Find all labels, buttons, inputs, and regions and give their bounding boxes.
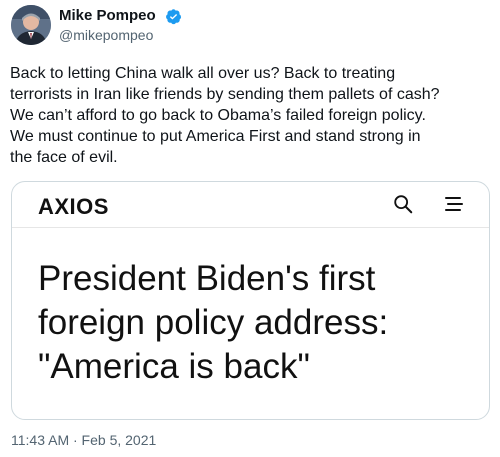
tweet-text: Back to letting China walk all over us? … [10, 63, 492, 168]
tweet-text-line: Back to letting China walk all over us? … [10, 65, 396, 82]
tweet-text-line: We must continue to put America First an… [10, 128, 421, 145]
avatar[interactable] [11, 5, 51, 45]
tweet-timestamp[interactable]: 11:43 AM · Feb 5, 2021 [11, 432, 156, 448]
tweet-text-line: terrorists in Iran like friends by sendi… [10, 86, 440, 103]
tweet-text-line: We can’t afford to go back to Obama’s fa… [10, 107, 426, 124]
article-headline: President Biden's first foreign policy a… [38, 257, 478, 389]
axios-logo: AXIOS [38, 194, 109, 219]
axios-header: AXIOS [12, 182, 489, 228]
headline-line: foreign policy address: [38, 303, 389, 342]
search-icon [394, 195, 413, 214]
author-name[interactable]: Mike Pompeo [59, 7, 156, 24]
avatar-image [11, 5, 51, 45]
headline-line: "America is back" [38, 347, 310, 386]
headline-line: President Biden's first [38, 259, 376, 298]
verified-badge-icon [166, 9, 182, 25]
author-handle[interactable]: @mikepompeo [59, 27, 153, 43]
menu-icon [445, 197, 463, 211]
attached-image-card[interactable]: AXIOS President Biden's first foreign po… [11, 181, 490, 420]
tweet-text-line: the face of evil. [10, 149, 118, 166]
